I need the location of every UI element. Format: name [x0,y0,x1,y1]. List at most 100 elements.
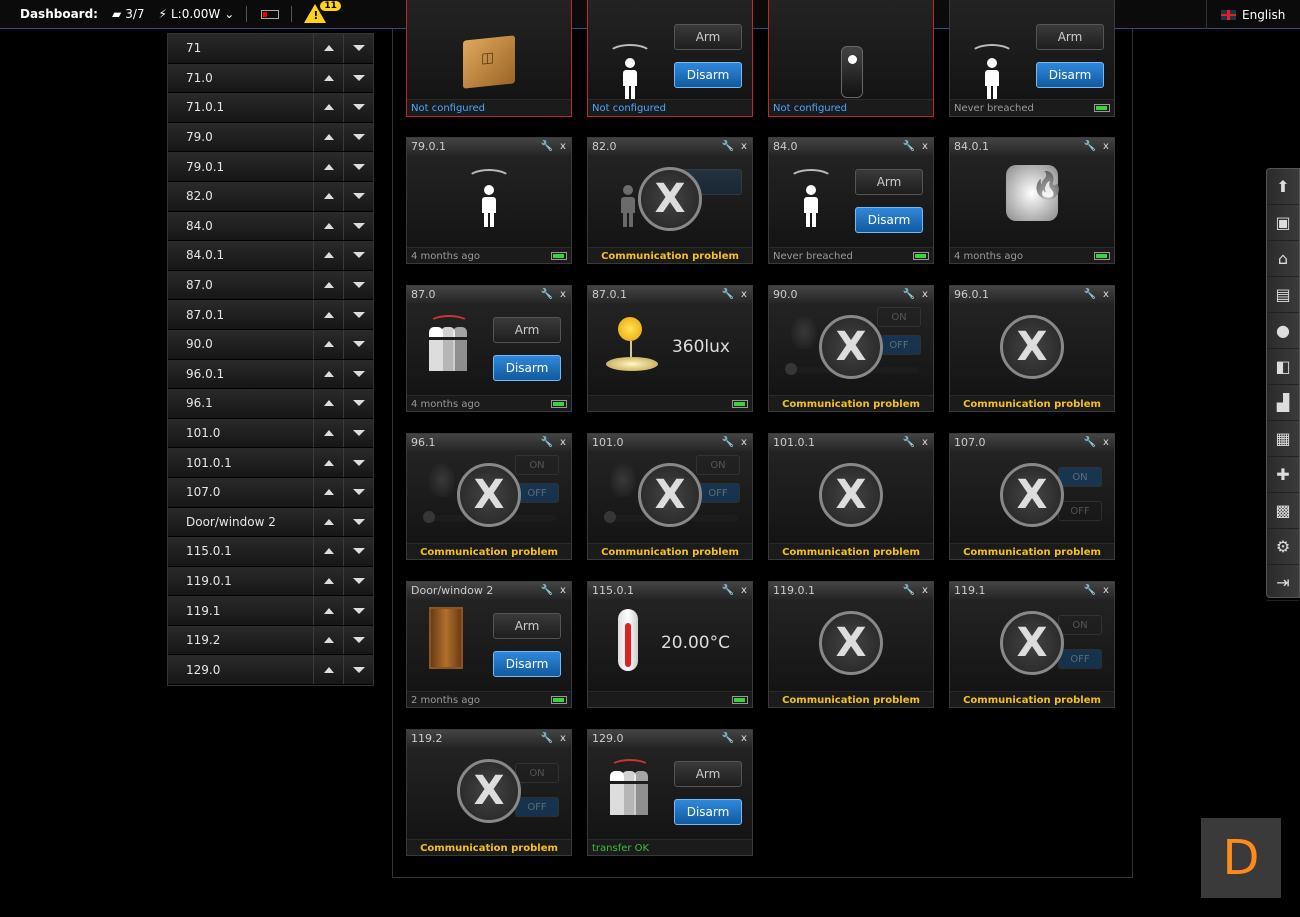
device-tile-107-0[interactable]: 107.0 🔧 x ON OFF X Communication problem [949,433,1115,560]
wrench-icon[interactable]: 🔧 [1082,437,1098,448]
sidebar-item[interactable]: 115.0.1 [168,537,373,567]
device-tile-129-0[interactable]: 129.0 🔧 x Arm Disarm transfer OK [587,729,753,856]
arrow-up-icon[interactable]: ⬆ [1267,169,1299,205]
device-tile-115-0-1[interactable]: 115.0.1 🔧 x 20.00°C [587,581,753,708]
wrench-icon[interactable]: 🔧 [901,289,917,300]
save-icon[interactable]: ▣ [1267,205,1299,241]
sidebar-item[interactable]: 101.0.1 [168,448,373,478]
move-up-button[interactable] [313,566,343,596]
move-down-button[interactable] [343,625,373,655]
wrench-icon[interactable]: 🔧 [720,289,736,300]
device-tile-101-0-1[interactable]: 101.0.1 🔧 x X Communication problem [768,433,934,560]
alerts-indicator[interactable]: ! 11 [304,1,341,24]
close-icon[interactable]: x [555,289,571,300]
home-icon[interactable]: ⌂ [1267,241,1299,277]
disarm-button[interactable]: Disarm [493,355,561,381]
sidebar-item[interactable]: 90.0 [168,329,373,360]
move-down-button[interactable] [343,596,373,625]
close-icon[interactable]: x [555,585,571,596]
device-tile-remote[interactable]: Not configured [768,0,934,117]
wrench-icon[interactable]: 🔧 [539,585,555,596]
disarm-button[interactable]: Disarm [493,651,561,677]
wrench-icon[interactable]: 🔧 [539,289,555,300]
move-down-button[interactable] [343,418,373,448]
move-down-button[interactable] [343,300,373,329]
disarm-button[interactable]: Disarm [1036,62,1104,88]
device-tile-82-0[interactable]: 82.0 🔧 x X Communication problem [587,137,753,264]
move-up-button[interactable] [313,181,343,211]
wrench-icon[interactable]: 🔧 [1082,141,1098,152]
language-selector[interactable]: English [1206,0,1285,29]
move-up-button[interactable] [313,152,343,181]
device-tile-101-0[interactable]: 101.0 🔧 x ON OFF X Communication problem [587,433,753,560]
close-icon[interactable]: x [555,141,571,152]
move-down-button[interactable] [343,655,373,685]
disarm-button[interactable]: Disarm [674,799,742,825]
close-icon[interactable]: x [917,437,933,448]
move-down-button[interactable] [343,152,373,181]
device-tile-motion-2[interactable]: Arm Disarm Never breached [949,0,1115,117]
move-up-button[interactable] [313,418,343,448]
close-icon[interactable]: x [736,289,752,300]
move-down-button[interactable] [343,270,373,300]
sidebar-item[interactable]: 79.0.1 [168,152,373,182]
device-tile-119-2[interactable]: 119.2 🔧 x ON OFF X Communication problem [406,729,572,856]
move-down-button[interactable] [343,507,373,537]
wrench-icon[interactable]: 🔧 [539,141,555,152]
close-icon[interactable]: x [736,141,752,152]
device-tile-84-0-1[interactable]: 84.0.1 🔧x 4 months ago [949,137,1115,264]
sidebar-item[interactable]: 87.0.1 [168,300,373,330]
device-tile-90-0[interactable]: 90.0 🔧 x ON OFF X Communication problem [768,285,934,412]
chart-icon[interactable]: ▟ [1267,385,1299,421]
sidebar-item[interactable]: 82.0 [168,181,373,212]
sidebar-item[interactable]: 119.2 [168,625,373,656]
device-tile-96-0-1[interactable]: 96.0.1 🔧 x X Communication problem [949,285,1115,412]
close-icon[interactable]: x [1098,289,1114,300]
bulb-icon[interactable]: ● [1267,313,1299,349]
logout-icon[interactable]: ⇥ [1267,565,1299,601]
device-tile-87-0[interactable]: 87.0 🔧 x Arm Disarm 4 months ago [406,285,572,412]
move-down-button[interactable] [343,181,373,211]
move-up-button[interactable] [313,34,343,63]
move-up-button[interactable] [313,270,343,300]
close-icon[interactable]: x [1098,141,1114,152]
settings-icon[interactable]: ⚙ [1267,529,1299,565]
move-up-button[interactable] [313,241,343,270]
calendar-icon[interactable]: ▩ [1267,493,1299,529]
close-icon[interactable]: x [736,585,752,596]
wrench-icon[interactable]: 🔧 [1082,585,1098,596]
wrench-icon[interactable]: 🔧 [901,585,917,596]
sidebar-item[interactable]: Door/window 2 [168,507,373,538]
move-down-button[interactable] [343,122,373,152]
disarm-button[interactable]: Disarm [674,62,742,88]
move-down-button[interactable] [343,448,373,477]
move-down-button[interactable] [343,389,373,418]
sidebar-item[interactable]: 101.0 [168,418,373,449]
device-tile-84-0[interactable]: 84.0 🔧 x Arm Disarm Never breached [768,137,934,264]
device-tile-motion-1[interactable]: Arm Disarm Not configured [587,0,753,117]
close-icon[interactable]: x [555,437,571,448]
close-icon[interactable]: x [917,585,933,596]
device-tile-119-1[interactable]: 119.1 🔧 x ON OFF X Communication problem [949,581,1115,708]
sidebar-item[interactable]: 79.0 [168,122,373,153]
disarm-button[interactable]: Disarm [855,207,923,233]
move-up-button[interactable] [313,389,343,418]
move-down-button[interactable] [343,359,373,389]
wrench-icon[interactable]: 🔧 [720,437,736,448]
close-icon[interactable]: x [555,733,571,744]
move-down-button[interactable] [343,241,373,270]
sidebar-item[interactable]: 119.0.1 [168,566,373,597]
arm-button[interactable]: Arm [1036,24,1104,50]
package-icon[interactable]: ▦ [1267,421,1299,457]
move-up-button[interactable] [313,359,343,389]
sidebar-item[interactable]: 87.0 [168,270,373,301]
sidebar-item[interactable]: 96.0.1 [168,359,373,390]
sidebar-item[interactable]: 84.0.1 [168,241,373,271]
close-icon[interactable]: x [917,289,933,300]
move-down-button[interactable] [343,537,373,566]
sidebar-item[interactable]: 71 [168,34,373,64]
move-up-button[interactable] [313,655,343,685]
move-up-button[interactable] [313,93,343,122]
move-up-button[interactable] [313,537,343,566]
arm-button[interactable]: Arm [855,169,923,195]
